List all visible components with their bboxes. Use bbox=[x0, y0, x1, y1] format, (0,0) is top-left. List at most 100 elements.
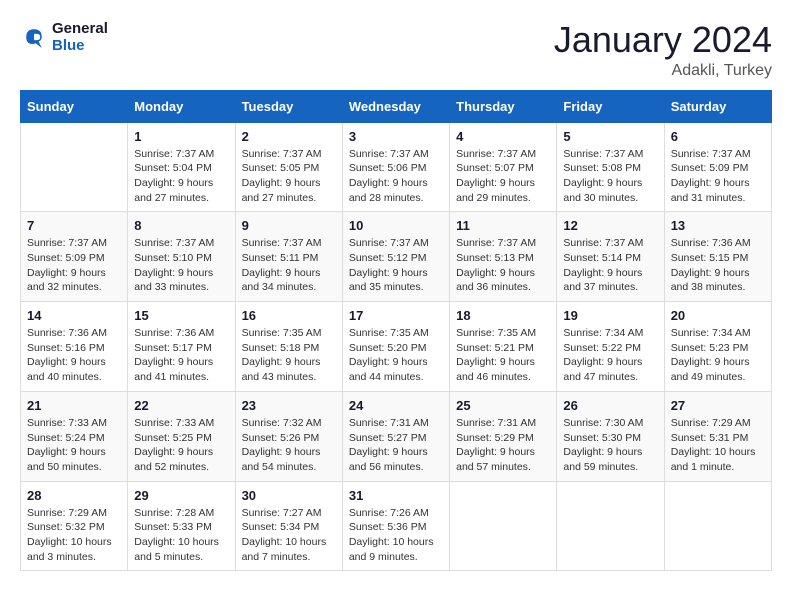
day-info: Sunrise: 7:36 AM Sunset: 5:15 PM Dayligh… bbox=[671, 236, 765, 295]
day-info: Sunrise: 7:35 AM Sunset: 5:21 PM Dayligh… bbox=[456, 326, 550, 385]
day-number: 3 bbox=[349, 129, 443, 144]
calendar-day-cell: 29 Sunrise: 7:28 AM Sunset: 5:33 PM Dayli… bbox=[128, 481, 235, 571]
calendar-body: 1Sunrise: 7:37 AM Sunset: 5:04 PM Daylig… bbox=[21, 122, 772, 571]
calendar-day-cell: 31 Sunrise: 7:26 AM Sunset: 5:36 PM Dayli… bbox=[342, 481, 449, 571]
calendar-day-cell: 13 Sunrise: 7:36 AM Sunset: 5:15 PM Dayli… bbox=[664, 212, 771, 302]
day-info: Sunrise: 7:27 AM Sunset: 5:34 PM Dayligh… bbox=[242, 506, 336, 565]
calendar-day-cell: 2Sunrise: 7:37 AM Sunset: 5:05 PM Daylig… bbox=[235, 122, 342, 212]
day-info: Sunrise: 7:35 AM Sunset: 5:20 PM Dayligh… bbox=[349, 326, 443, 385]
day-info: Sunrise: 7:32 AM Sunset: 5:26 PM Dayligh… bbox=[242, 416, 336, 475]
day-number: 19 bbox=[563, 308, 657, 323]
day-number: 22 bbox=[134, 398, 228, 413]
day-info: Sunrise: 7:37 AM Sunset: 5:09 PM Dayligh… bbox=[27, 236, 121, 295]
day-info: Sunrise: 7:37 AM Sunset: 5:06 PM Dayligh… bbox=[349, 147, 443, 206]
day-number: 24 bbox=[349, 398, 443, 413]
day-number: 16 bbox=[242, 308, 336, 323]
weekday-header: Thursday bbox=[450, 90, 557, 122]
calendar-day-cell: 18Sunrise: 7:35 AM Sunset: 5:21 PM Dayli… bbox=[450, 302, 557, 392]
calendar-day-cell bbox=[450, 481, 557, 571]
day-info: Sunrise: 7:36 AM Sunset: 5:16 PM Dayligh… bbox=[27, 326, 121, 385]
day-number: 5 bbox=[563, 129, 657, 144]
calendar-day-cell bbox=[557, 481, 664, 571]
calendar-week-row: 7 Sunrise: 7:37 AM Sunset: 5:09 PM Daylig… bbox=[21, 212, 772, 302]
page-header: General Blue January 2024 Adakli, Turkey bbox=[20, 20, 772, 80]
day-number: 26 bbox=[563, 398, 657, 413]
day-info: Sunrise: 7:26 AM Sunset: 5:36 PM Dayligh… bbox=[349, 506, 443, 565]
calendar-day-cell bbox=[21, 122, 128, 212]
logo-text: General Blue bbox=[52, 20, 108, 54]
day-info: Sunrise: 7:37 AM Sunset: 5:13 PM Dayligh… bbox=[456, 236, 550, 295]
day-info: Sunrise: 7:31 AM Sunset: 5:29 PM Dayligh… bbox=[456, 416, 550, 475]
day-number: 13 bbox=[671, 218, 765, 233]
day-number: 10 bbox=[349, 218, 443, 233]
calendar-day-cell: 24 Sunrise: 7:31 AM Sunset: 5:27 PM Dayli… bbox=[342, 391, 449, 481]
calendar-day-cell: 23 Sunrise: 7:32 AM Sunset: 5:26 PM Dayli… bbox=[235, 391, 342, 481]
weekday-header: Saturday bbox=[664, 90, 771, 122]
day-number: 11 bbox=[456, 218, 550, 233]
calendar-day-cell: 1Sunrise: 7:37 AM Sunset: 5:04 PM Daylig… bbox=[128, 122, 235, 212]
calendar-day-cell: 19Sunrise: 7:34 AM Sunset: 5:22 PM Dayli… bbox=[557, 302, 664, 392]
day-number: 12 bbox=[563, 218, 657, 233]
calendar-day-cell: 15 Sunrise: 7:36 AM Sunset: 5:17 PM Dayli… bbox=[128, 302, 235, 392]
calendar-day-cell: 6Sunrise: 7:37 AM Sunset: 5:09 PM Daylig… bbox=[664, 122, 771, 212]
day-info: Sunrise: 7:35 AM Sunset: 5:18 PM Dayligh… bbox=[242, 326, 336, 385]
calendar-day-cell: 20Sunrise: 7:34 AM Sunset: 5:23 PM Dayli… bbox=[664, 302, 771, 392]
calendar-day-cell: 17 Sunrise: 7:35 AM Sunset: 5:20 PM Dayli… bbox=[342, 302, 449, 392]
calendar-day-cell: 27 Sunrise: 7:29 AM Sunset: 5:31 PM Dayli… bbox=[664, 391, 771, 481]
calendar-day-cell: 14 Sunrise: 7:36 AM Sunset: 5:16 PM Dayli… bbox=[21, 302, 128, 392]
day-info: Sunrise: 7:37 AM Sunset: 5:12 PM Dayligh… bbox=[349, 236, 443, 295]
day-info: Sunrise: 7:34 AM Sunset: 5:23 PM Dayligh… bbox=[671, 326, 765, 385]
day-info: Sunrise: 7:37 AM Sunset: 5:14 PM Dayligh… bbox=[563, 236, 657, 295]
calendar-day-cell: 26Sunrise: 7:30 AM Sunset: 5:30 PM Dayli… bbox=[557, 391, 664, 481]
day-number: 31 bbox=[349, 488, 443, 503]
day-number: 7 bbox=[27, 218, 121, 233]
day-number: 23 bbox=[242, 398, 336, 413]
day-number: 9 bbox=[242, 218, 336, 233]
calendar-week-row: 14 Sunrise: 7:36 AM Sunset: 5:16 PM Dayli… bbox=[21, 302, 772, 392]
day-number: 28 bbox=[27, 488, 121, 503]
day-number: 27 bbox=[671, 398, 765, 413]
calendar-day-cell: 25Sunrise: 7:31 AM Sunset: 5:29 PM Dayli… bbox=[450, 391, 557, 481]
day-info: Sunrise: 7:33 AM Sunset: 5:24 PM Dayligh… bbox=[27, 416, 121, 475]
calendar-week-row: 21Sunrise: 7:33 AM Sunset: 5:24 PM Dayli… bbox=[21, 391, 772, 481]
day-info: Sunrise: 7:31 AM Sunset: 5:27 PM Dayligh… bbox=[349, 416, 443, 475]
calendar-day-cell: 11 Sunrise: 7:37 AM Sunset: 5:13 PM Dayli… bbox=[450, 212, 557, 302]
day-number: 4 bbox=[456, 129, 550, 144]
day-info: Sunrise: 7:33 AM Sunset: 5:25 PM Dayligh… bbox=[134, 416, 228, 475]
day-number: 17 bbox=[349, 308, 443, 323]
day-number: 14 bbox=[27, 308, 121, 323]
day-info: Sunrise: 7:28 AM Sunset: 5:33 PM Dayligh… bbox=[134, 506, 228, 565]
day-info: Sunrise: 7:29 AM Sunset: 5:31 PM Dayligh… bbox=[671, 416, 765, 475]
weekday-header: Sunday bbox=[21, 90, 128, 122]
day-info: Sunrise: 7:37 AM Sunset: 5:07 PM Dayligh… bbox=[456, 147, 550, 206]
calendar-day-cell: 9 Sunrise: 7:37 AM Sunset: 5:11 PM Daylig… bbox=[235, 212, 342, 302]
calendar-day-cell: 30 Sunrise: 7:27 AM Sunset: 5:34 PM Dayli… bbox=[235, 481, 342, 571]
month-year-title: January 2024 bbox=[554, 20, 772, 60]
logo: General Blue bbox=[20, 20, 108, 54]
location-subtitle: Adakli, Turkey bbox=[554, 62, 772, 80]
day-number: 15 bbox=[134, 308, 228, 323]
weekday-header: Tuesday bbox=[235, 90, 342, 122]
weekday-header: Monday bbox=[128, 90, 235, 122]
calendar-day-cell bbox=[664, 481, 771, 571]
weekday-header-row: SundayMondayTuesdayWednesdayThursdayFrid… bbox=[21, 90, 772, 122]
calendar-day-cell: 7 Sunrise: 7:37 AM Sunset: 5:09 PM Daylig… bbox=[21, 212, 128, 302]
day-info: Sunrise: 7:36 AM Sunset: 5:17 PM Dayligh… bbox=[134, 326, 228, 385]
weekday-header: Wednesday bbox=[342, 90, 449, 122]
day-info: Sunrise: 7:37 AM Sunset: 5:11 PM Dayligh… bbox=[242, 236, 336, 295]
calendar-day-cell: 8 Sunrise: 7:37 AM Sunset: 5:10 PM Daylig… bbox=[128, 212, 235, 302]
day-number: 8 bbox=[134, 218, 228, 233]
calendar-day-cell: 3 Sunrise: 7:37 AM Sunset: 5:06 PM Daylig… bbox=[342, 122, 449, 212]
day-info: Sunrise: 7:37 AM Sunset: 5:04 PM Dayligh… bbox=[134, 147, 228, 206]
day-number: 30 bbox=[242, 488, 336, 503]
day-info: Sunrise: 7:37 AM Sunset: 5:09 PM Dayligh… bbox=[671, 147, 765, 206]
day-number: 29 bbox=[134, 488, 228, 503]
day-info: Sunrise: 7:29 AM Sunset: 5:32 PM Dayligh… bbox=[27, 506, 121, 565]
logo-icon bbox=[20, 23, 48, 51]
calendar-day-cell: 21Sunrise: 7:33 AM Sunset: 5:24 PM Dayli… bbox=[21, 391, 128, 481]
day-info: Sunrise: 7:37 AM Sunset: 5:10 PM Dayligh… bbox=[134, 236, 228, 295]
calendar-day-cell: 16 Sunrise: 7:35 AM Sunset: 5:18 PM Dayli… bbox=[235, 302, 342, 392]
calendar-day-cell: 28 Sunrise: 7:29 AM Sunset: 5:32 PM Dayli… bbox=[21, 481, 128, 571]
day-number: 2 bbox=[242, 129, 336, 144]
calendar-day-cell: 22 Sunrise: 7:33 AM Sunset: 5:25 PM Dayli… bbox=[128, 391, 235, 481]
